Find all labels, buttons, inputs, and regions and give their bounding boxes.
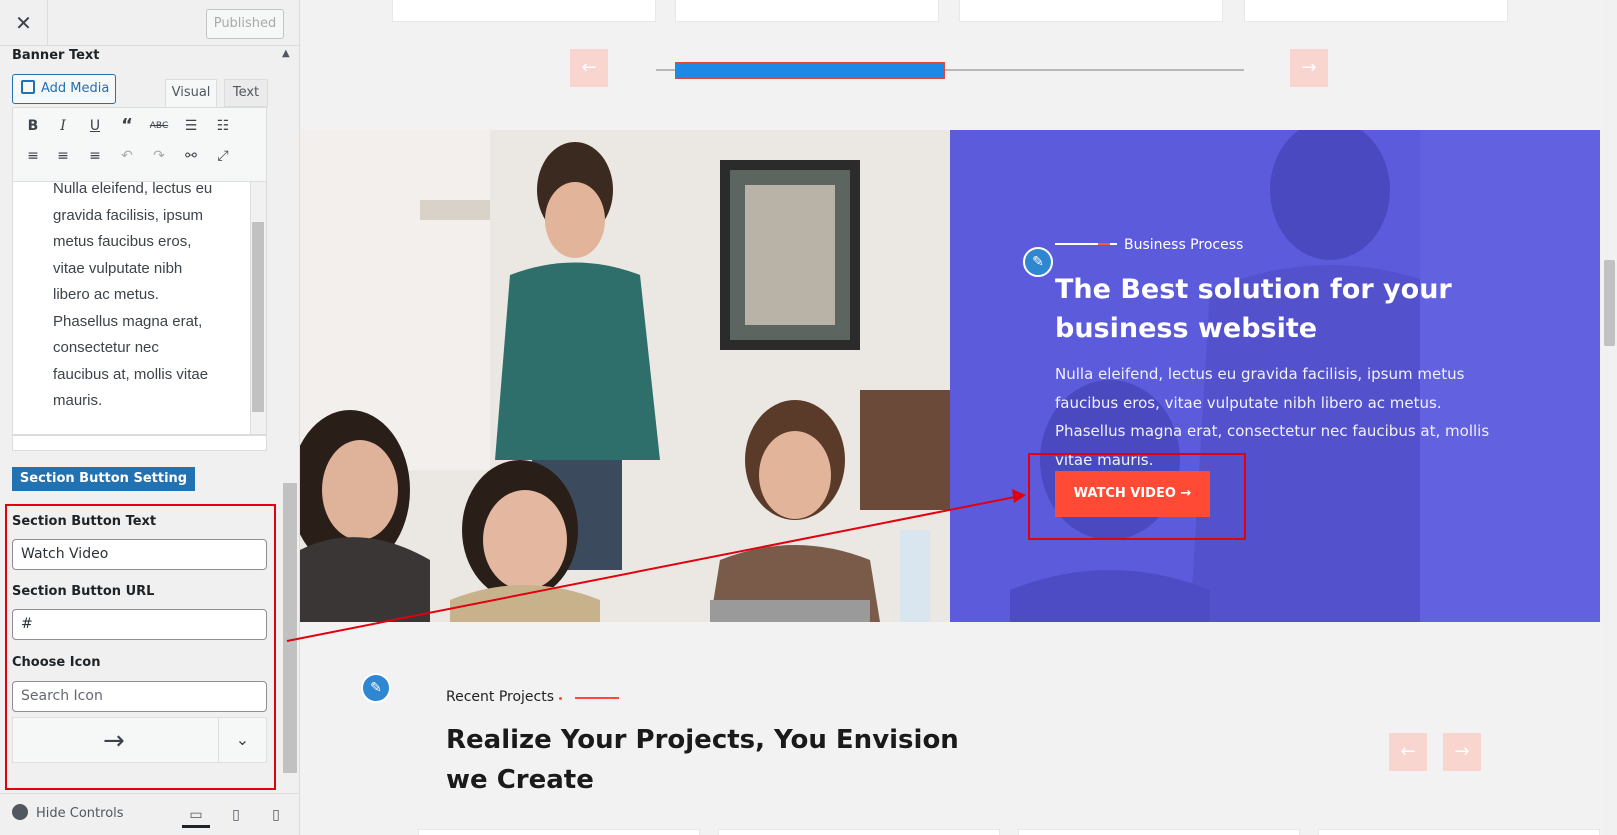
card-top (1244, 0, 1508, 22)
projects-kicker: Recent Projects (446, 689, 555, 705)
add-media-label: Add Media (41, 81, 110, 96)
underline-icon[interactable]: U (83, 114, 107, 138)
editor-resize-handle[interactable] (12, 435, 267, 451)
collapse-up-icon[interactable]: ▲ (282, 48, 290, 59)
strikethrough-icon[interactable]: ABC (147, 114, 171, 138)
editor-toolbar: B I U “ ABC ☰ ☷ ≡ ≡ ≡ ↶ ↷ ⚯ ⤢ (12, 107, 267, 182)
fullscreen-icon[interactable]: ⤢ (211, 144, 235, 168)
projects-next-button[interactable]: → (1443, 733, 1481, 771)
align-left-icon[interactable]: ≡ (21, 144, 45, 168)
preview-scrollbar[interactable] (1602, 0, 1617, 835)
section-button-url-label: Section Button URL (12, 584, 155, 599)
project-card (718, 829, 1000, 835)
align-center-icon[interactable]: ≡ (51, 144, 75, 168)
arrow-right-icon: → (103, 726, 125, 756)
projects-title: Realize Your Projects, You Envision we C… (446, 725, 959, 795)
card-top (392, 0, 656, 22)
sidebar-scrollbar[interactable] (283, 483, 297, 773)
edit-pencil-icon[interactable]: ✎ (361, 673, 391, 703)
watch-video-button[interactable]: WATCH VIDEO → (1055, 471, 1210, 517)
customizer-topbar: ✕ Published (0, 0, 299, 46)
team-photo (300, 130, 950, 622)
card-top (675, 0, 939, 22)
project-card (1318, 829, 1600, 835)
slider-prev-button[interactable]: ← (570, 49, 608, 87)
align-right-icon[interactable]: ≡ (83, 144, 107, 168)
tab-visual[interactable]: Visual (165, 79, 217, 107)
italic-icon[interactable]: I (51, 114, 75, 138)
kicker-dot (559, 697, 562, 700)
desktop-preview-icon[interactable]: ▭ (182, 802, 210, 828)
customizer-footer: Hide Controls ▭ ▯ ▯ (0, 793, 299, 835)
section-button-text-label: Section Button Text (12, 514, 157, 529)
section-title: Banner Text (12, 48, 100, 63)
slider-progress[interactable] (675, 62, 945, 79)
icon-search-input[interactable]: Search Icon (12, 681, 267, 712)
tablet-preview-icon[interactable]: ▯ (222, 802, 250, 828)
editor-scrollbar[interactable] (250, 182, 266, 434)
blockquote-icon[interactable]: “ (115, 114, 139, 138)
hero-title: The Best solution for your business webs… (1055, 274, 1452, 344)
editor-text[interactable]: Nulla eleifend, lectus eu gravida facili… (53, 182, 215, 415)
media-icon (21, 80, 35, 94)
projects-prev-button[interactable]: ← (1389, 733, 1427, 771)
bullet-list-icon[interactable]: ☰ (179, 114, 203, 138)
section-button-text-input[interactable]: Watch Video (12, 539, 267, 570)
hide-controls-label: Hide Controls (36, 806, 124, 821)
mobile-preview-icon[interactable]: ▯ (262, 802, 290, 828)
hero-kicker: Business Process (1124, 237, 1244, 253)
add-media-button[interactable]: Add Media (12, 74, 116, 104)
chevron-down-icon[interactable]: ⌄ (218, 718, 266, 762)
link-icon[interactable]: ⚯ (179, 144, 203, 168)
close-button[interactable]: ✕ (0, 0, 48, 46)
choose-icon-label: Choose Icon (12, 655, 101, 670)
section-button-setting-heading[interactable]: Section Button Setting (12, 467, 195, 491)
tab-text[interactable]: Text (224, 79, 268, 107)
undo-icon[interactable]: ↶ (115, 144, 139, 168)
publish-button[interactable]: Published (206, 9, 284, 39)
card-top (959, 0, 1223, 22)
site-preview: ← → ✎ Business Process The Best solution… (300, 0, 1617, 835)
project-card (1018, 829, 1300, 835)
section-button-url-input[interactable]: # (12, 609, 267, 640)
preview-scroll-thumb[interactable] (1604, 260, 1615, 346)
redo-icon[interactable]: ↷ (147, 144, 171, 168)
customizer-sidebar: ✕ Published Banner Text ▲ Add Media Visu… (0, 0, 300, 835)
edit-pencil-icon[interactable]: ✎ (1023, 247, 1053, 277)
project-card (418, 829, 700, 835)
hide-controls-button[interactable]: Hide Controls (12, 804, 124, 821)
numbered-list-icon[interactable]: ☷ (211, 114, 235, 138)
kicker-accent-line (1098, 243, 1110, 245)
bold-icon[interactable]: B (21, 114, 45, 138)
icon-picker[interactable]: → ⌄ (12, 717, 267, 763)
editor-content-area[interactable]: Nulla eleifend, lectus eu gravida facili… (12, 181, 267, 435)
collapse-left-icon (12, 804, 28, 820)
editor-scroll-thumb[interactable] (252, 222, 264, 412)
slider-next-button[interactable]: → (1290, 49, 1328, 87)
kicker-accent-line (575, 697, 619, 699)
